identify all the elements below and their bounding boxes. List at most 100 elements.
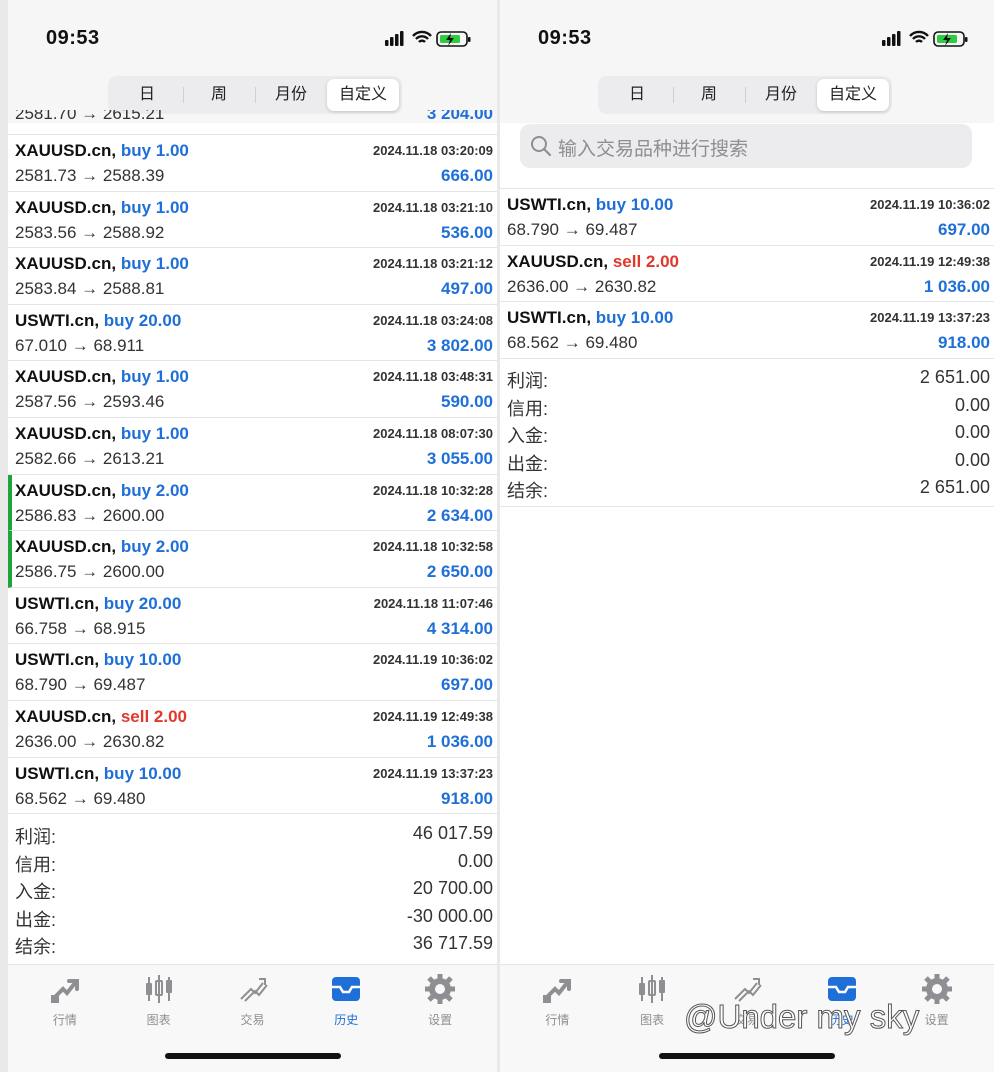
trade-list: USWTI.cn, buy 10.00 2024.11.19 10:36:02 68… <box>500 188 994 359</box>
trade-prices: 68.562 → 69.480 <box>15 788 146 808</box>
quotes-icon <box>25 971 105 1007</box>
tab-history[interactable]: 历史 <box>306 971 386 1028</box>
tab-quotes[interactable]: 行情 <box>517 971 597 1028</box>
trade-time: 2024.11.18 10:32:58 <box>373 539 493 555</box>
trade-profit: 918.00 <box>938 333 990 353</box>
trade-row[interactable]: XAUUSD.cn, buy 1.00 2024.11.18 03:48:31 25… <box>8 361 497 418</box>
trade-direction: buy <box>120 197 152 217</box>
tab-day[interactable]: 日 <box>601 79 673 111</box>
tab-settings[interactable]: 设置 <box>400 971 480 1028</box>
trade-direction: buy <box>103 593 135 613</box>
trade-time: 2024.11.19 12:49:38 <box>870 253 990 269</box>
search-input[interactable]: 输入交易品种进行搜索 <box>520 124 972 168</box>
tab-custom[interactable]: 自定义 <box>327 79 399 111</box>
summary-label: 出金: <box>15 909 57 930</box>
summary-label: 信用: <box>15 854 57 875</box>
status-icons <box>385 30 471 47</box>
trade-profit: 1 036.00 <box>426 731 493 751</box>
symbol-name: XAUUSD.cn, <box>15 537 117 557</box>
trade-row[interactable]: XAUUSD.cn, buy 1.00 2024.11.18 03:20:09 25… <box>8 135 497 192</box>
trade-symbol: XAUUSD.cn, buy 1.00 <box>15 367 189 387</box>
symbol-name: XAUUSD.cn, <box>15 423 117 443</box>
trade-profit: 2 650.00 <box>426 562 493 582</box>
summary-row: 利润: 46 017.59 <box>8 820 497 848</box>
trade-volume: 2.00 <box>153 706 187 726</box>
trade-row[interactable]: USWTI.cn, buy 10.00 2024.11.19 10:36:02 68… <box>500 189 994 246</box>
trade-row[interactable]: XAUUSD.cn, buy 2.00 2024.11.18 10:32:28 25… <box>8 474 497 532</box>
trade-prices: 2583.84 → 2588.81 <box>15 279 165 299</box>
trade-prices: 2586.75 → 2600.00 <box>15 562 165 582</box>
trade-row[interactable]: USWTI.cn, buy 10.00 2024.11.19 13:37:23 68… <box>8 758 497 815</box>
trade-direction: buy <box>120 141 152 160</box>
trade-direction: buy <box>103 650 135 670</box>
period-segmented-control: 日 周 月份 自定义 <box>108 76 402 114</box>
trade-row[interactable]: USWTI.cn, buy 10.00 2024.11.19 13:37:23 68… <box>500 302 994 359</box>
summary-value: 0.00 <box>954 422 990 443</box>
trade-time: 2024.11.19 13:37:23 <box>870 310 990 326</box>
home-indicator <box>659 1053 835 1059</box>
trade-direction: sell <box>612 251 642 271</box>
tab-trade[interactable]: 交易 <box>213 971 293 1028</box>
trade-direction: buy <box>120 367 152 387</box>
search-placeholder: 输入交易品种进行搜索 <box>558 139 749 160</box>
trade-row[interactable]: USWTI.cn, buy 10.00 2024.11.19 10:36:02 68… <box>8 644 497 701</box>
trade-row[interactable]: XAUUSD.cn, buy 1.00 2024.11.18 08:07:30 25… <box>8 418 497 475</box>
tab-chart[interactable]: 图表 <box>119 971 199 1028</box>
summary-value: -30 000.00 <box>406 905 493 926</box>
trade-profit: 4 314.00 <box>426 618 493 638</box>
trade-prices: 67.010 → 68.911 <box>15 335 145 355</box>
trade-symbol: USWTI.cn, buy 20.00 <box>15 311 181 331</box>
summary-label: 出金: <box>507 453 549 474</box>
trade-direction: buy <box>120 480 152 500</box>
trade-volume: 1.00 <box>155 197 189 217</box>
summary-label: 利润: <box>15 827 57 847</box>
trade-prices: 2583.56 → 2588.92 <box>15 222 165 242</box>
trade-direction: sell <box>120 706 150 726</box>
chart-icon <box>612 971 692 1007</box>
summary-value: 0.00 <box>954 449 990 470</box>
status-time: 09:53 <box>538 27 592 49</box>
tab-month[interactable]: 月份 <box>255 79 327 111</box>
trade-row[interactable]: XAUUSD.cn, sell 2.00 2024.11.19 12:49:38 2… <box>8 701 497 758</box>
history-screen-left: 09:53 日 周 月份 自定义 2581.70 → 2615.21 3 204… <box>8 0 497 1072</box>
trade-row[interactable]: USWTI.cn, buy 20.00 2024.11.18 03:24:08 67… <box>8 305 497 362</box>
trade-row[interactable]: XAUUSD.cn, buy 2.00 2024.11.18 10:32:58 25… <box>8 531 497 588</box>
symbol-name: XAUUSD.cn, <box>507 251 609 271</box>
summary-row: 结余: 2 651.00 <box>500 474 994 502</box>
summary-value: 36 717.59 <box>412 933 493 954</box>
tab-month[interactable]: 月份 <box>745 79 817 111</box>
summary-value: 2 651.00 <box>919 477 990 498</box>
summary-value: 20 700.00 <box>412 878 493 899</box>
trade-profit: 2 634.00 <box>426 505 493 525</box>
summary-row: 入金: 20 700.00 <box>8 875 497 903</box>
trade-volume: 2.00 <box>155 537 189 557</box>
summary-label: 入金: <box>507 426 549 447</box>
tab-chart[interactable]: 图表 <box>612 971 692 1028</box>
tab-quotes[interactable]: 行情 <box>25 971 105 1028</box>
tab-day[interactable]: 日 <box>111 79 183 111</box>
trade-row[interactable]: XAUUSD.cn, buy 1.00 2024.11.18 03:21:10 25… <box>8 192 497 249</box>
trade-profit: 666.00 <box>441 166 493 185</box>
status-icons <box>882 30 968 47</box>
partial-trade-row[interactable]: 2581.70 → 2615.21 3 204.00 <box>8 110 497 135</box>
trade-direction: buy <box>103 310 135 330</box>
tab-custom[interactable]: 自定义 <box>817 79 889 111</box>
trade-row[interactable]: XAUUSD.cn, sell 2.00 2024.11.19 12:49:38 2… <box>500 246 994 303</box>
summary-row: 信用: 0.00 <box>500 392 994 420</box>
account-summary: 利润: 2 651.00 信用: 0.00 入金: 0.00 出金: 0.00 结余: 2 651… <box>500 364 994 507</box>
symbol-name: XAUUSD.cn, <box>15 480 117 500</box>
trade-row[interactable]: XAUUSD.cn, buy 1.00 2024.11.18 03:21:12 25… <box>8 248 497 305</box>
tab-week[interactable]: 周 <box>673 79 745 111</box>
trade-icon <box>213 971 293 1007</box>
summary-label: 入金: <box>15 882 57 903</box>
trade-volume: 10.00 <box>138 763 182 783</box>
summary-row: 信用: 0.00 <box>8 848 497 876</box>
summary-label: 结余: <box>15 937 57 958</box>
trade-profit: 697.00 <box>441 675 493 695</box>
summary-label: 结余: <box>507 481 549 502</box>
trade-symbol: USWTI.cn, buy 10.00 <box>15 764 181 784</box>
trade-row[interactable]: USWTI.cn, buy 20.00 2024.11.18 11:07:46 66… <box>8 588 497 645</box>
trade-volume: 10.00 <box>630 308 674 328</box>
trade-volume: 20.00 <box>138 310 182 330</box>
tab-week[interactable]: 周 <box>183 79 255 111</box>
